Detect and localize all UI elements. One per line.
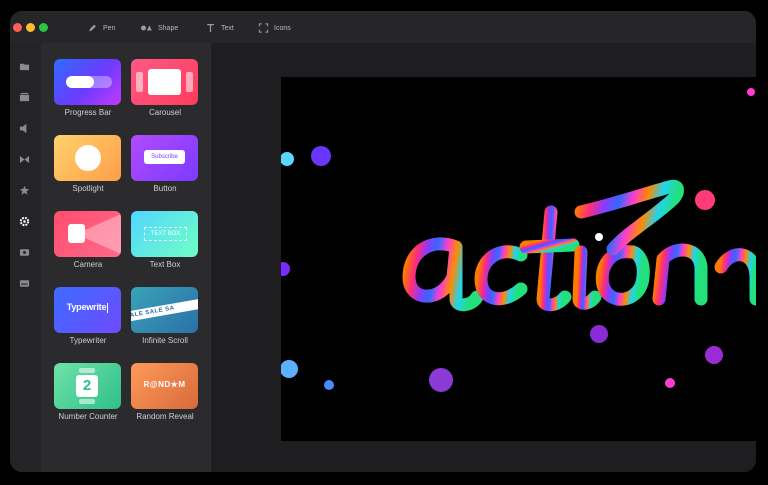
progress-fill	[66, 76, 94, 88]
carousel-label: Carousel	[148, 108, 181, 117]
dot	[311, 146, 331, 166]
record-icon[interactable]	[19, 247, 30, 258]
button-tile[interactable]: Subscribe	[131, 135, 198, 181]
minimize-window-button[interactable]	[26, 23, 35, 32]
infinite-scroll-tile[interactable]: SALE SALE SA	[131, 287, 198, 333]
close-window-button[interactable]	[13, 23, 22, 32]
counter-next-digit	[79, 399, 95, 404]
dot	[324, 380, 334, 390]
maximize-window-button[interactable]	[39, 23, 48, 32]
dot	[281, 152, 294, 166]
carousel-next-card	[186, 72, 193, 92]
components-panel: Progress Bar Carousel Spotlight Subscrib…	[41, 43, 211, 472]
text-box-preview: TEXT BOX	[144, 227, 187, 241]
effects-star-icon[interactable]	[19, 185, 30, 196]
icons-grid-icon	[258, 23, 269, 33]
i-dot	[595, 233, 603, 241]
dot	[695, 190, 715, 210]
counter-prev-digit	[79, 368, 95, 373]
shape-tool-label: Shape	[158, 24, 179, 32]
folder-icon[interactable]	[19, 61, 30, 72]
dot	[705, 346, 723, 364]
random-reveal-preview: R@ND★M	[143, 380, 186, 389]
title-bar: Pen Shape Text Icons	[10, 11, 756, 43]
infinite-scroll-label: Infinite Scroll	[142, 336, 188, 345]
progress-bar-tile[interactable]	[54, 59, 121, 105]
icons-tool-label: Icons	[274, 24, 291, 32]
carousel-prev-card	[136, 72, 143, 92]
pen-tool-label: Pen	[103, 24, 116, 32]
sale-ribbon: SALE SALE SA	[131, 298, 198, 322]
typewriter-tile[interactable]: Typewrite	[54, 287, 121, 333]
canvas-artwork	[281, 88, 756, 392]
counter-digit: 2	[76, 375, 98, 397]
app-window: Pen Shape Text Icons Progress Bar Carous…	[10, 11, 756, 472]
typewriter-preview-text: Typewrite	[66, 302, 107, 312]
random-reveal-tile[interactable]: R@ND★M	[131, 363, 198, 409]
media-icon[interactable]	[19, 92, 30, 103]
left-icon-rail	[10, 43, 41, 472]
dot	[747, 88, 755, 96]
components-gear-icon[interactable]	[19, 216, 30, 227]
transitions-icon[interactable]	[19, 154, 30, 165]
subtitles-icon[interactable]	[19, 278, 30, 289]
text-tool-button[interactable]: Text	[205, 22, 234, 34]
preview-canvas[interactable]: action	[281, 77, 756, 441]
dot	[590, 325, 608, 343]
pen-icon	[89, 24, 96, 32]
pen-tool-button[interactable]: Pen	[87, 22, 115, 34]
spotlight-circle	[75, 145, 101, 171]
shape-tool-button[interactable]: Shape	[139, 22, 178, 34]
dot	[281, 360, 298, 378]
number-counter-tile[interactable]: 2	[54, 363, 121, 409]
text-box-tile[interactable]: TEXT BOX	[131, 211, 198, 257]
dot	[665, 378, 675, 388]
dot	[281, 262, 290, 276]
random-reveal-label: Random Reveal	[136, 412, 194, 421]
icons-tool-button[interactable]: Icons	[258, 22, 291, 34]
button-label: Button	[153, 184, 177, 193]
subscribe-preview: Subscribe	[144, 150, 185, 164]
shape-icon	[141, 25, 152, 31]
camera-beam	[85, 214, 121, 254]
camera-tile[interactable]	[54, 211, 121, 257]
text-icon	[207, 24, 214, 33]
carousel-main-card	[148, 69, 181, 95]
typewriter-preview: Typewrite	[54, 302, 121, 313]
camera-body	[68, 224, 85, 243]
dot	[429, 368, 453, 392]
bokeh-dots	[281, 88, 755, 392]
carousel-tile[interactable]	[131, 59, 198, 105]
text-tool-label: Text	[221, 24, 234, 32]
typewriter-cursor	[107, 302, 109, 313]
spotlight-tile[interactable]	[54, 135, 121, 181]
text-box-label: Text Box	[149, 260, 181, 269]
audio-icon[interactable]	[19, 123, 30, 134]
